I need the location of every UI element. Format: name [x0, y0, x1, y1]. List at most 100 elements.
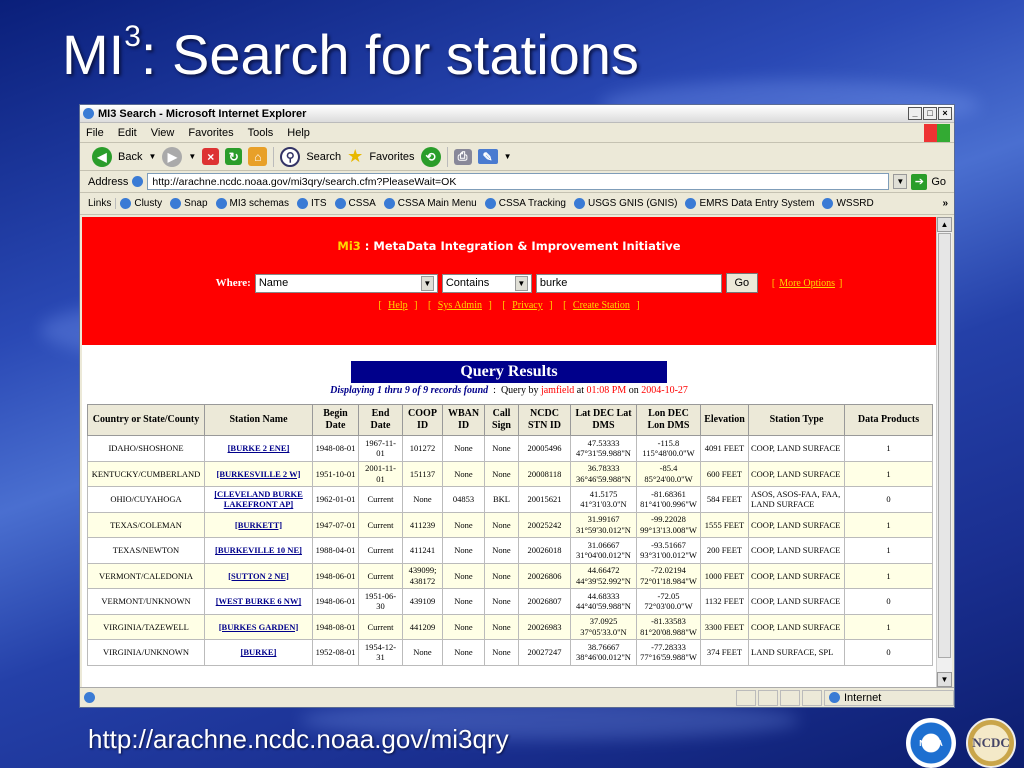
separator	[446, 146, 448, 167]
back-button[interactable]: Back	[118, 151, 142, 163]
print-icon[interactable]: ⎙	[453, 148, 472, 165]
link-wssrd[interactable]: WSSRD	[822, 198, 874, 209]
table-cell: None	[442, 613, 485, 640]
link-its[interactable]: ITS	[296, 198, 327, 209]
table-cell: VERMONT/UNKNOWN	[87, 588, 205, 615]
back-arrow-icon[interactable]: ◀	[92, 146, 112, 167]
scroll-up-icon[interactable]: ▲	[937, 217, 952, 232]
menu-edit[interactable]: Edit	[118, 127, 137, 139]
station-name-link[interactable]: [BURKEVILLE 10 NE]	[204, 537, 313, 564]
close-button[interactable]: ×	[938, 107, 952, 120]
link-cssa-tracking[interactable]: CSSA Tracking	[484, 198, 566, 209]
history-icon[interactable]: ⟲	[420, 146, 441, 167]
col-header[interactable]: Call Sign	[484, 404, 519, 436]
table-cell: 44.66472 44°39'52.992"N	[570, 562, 637, 589]
col-header[interactable]: Lon DEC Lon DMS	[636, 404, 701, 436]
station-name-link[interactable]: [BURKESVILLE 2 W]	[204, 460, 313, 487]
vertical-scrollbar[interactable]: ▲ ▼	[936, 217, 952, 687]
menu-view[interactable]: View	[151, 127, 175, 139]
col-header[interactable]: Elevation	[700, 404, 749, 436]
col-header[interactable]: Station Name	[204, 404, 313, 436]
privacy-link[interactable]: Privacy	[512, 300, 543, 311]
link-mi3-schemas[interactable]: MI3 schemas	[215, 198, 289, 209]
go-button[interactable]: Go	[725, 273, 758, 293]
table-cell: None	[442, 435, 485, 462]
table-cell: COOP, LAND SURFACE	[748, 613, 845, 640]
field-select[interactable]: Name ▼	[254, 273, 438, 293]
table-cell: None	[402, 486, 443, 513]
table-cell: ASOS, ASOS-FAA, FAA, LAND SURFACE	[748, 486, 845, 513]
forward-arrow-icon[interactable]: ▶	[162, 146, 183, 167]
search-icon[interactable]: ⚲	[280, 146, 301, 167]
station-name-link[interactable]: [WEST BURKE 6 NW]	[204, 588, 313, 615]
favorites-button[interactable]: Favorites	[369, 151, 414, 163]
col-header[interactable]: COOP ID	[402, 404, 443, 436]
favorites-star-icon[interactable]: ★	[347, 146, 363, 167]
search-input[interactable]	[535, 273, 722, 293]
col-header[interactable]: End Date	[358, 404, 403, 436]
table-cell: None	[484, 613, 519, 640]
back-dropdown-icon[interactable]: ▼	[148, 152, 156, 161]
table-cell: 44.68333 44°40'59.988"N	[570, 588, 637, 615]
minimize-button[interactable]: _	[908, 107, 922, 120]
menu-help[interactable]: Help	[287, 127, 310, 139]
links-bar: Links Clusty Snap MI3 schemas ITS CSSA C…	[80, 193, 954, 215]
col-header[interactable]: NCDC STN ID	[518, 404, 571, 436]
help-link[interactable]: Help	[388, 300, 407, 311]
station-name-link[interactable]: [CLEVELAND BURKE LAKEFRONT AP]	[204, 486, 313, 513]
edit-dropdown-icon[interactable]: ▼	[504, 152, 512, 161]
go-arrow-icon[interactable]: ➔	[911, 173, 928, 190]
menu-file[interactable]: File	[86, 127, 104, 139]
station-name-link[interactable]: [BURKETT]	[204, 511, 313, 538]
col-header[interactable]: WBAN ID	[442, 404, 485, 436]
home-icon[interactable]: ⌂	[248, 147, 268, 166]
table-cell: None	[442, 537, 485, 564]
scroll-thumb[interactable]	[938, 233, 951, 658]
station-name-link[interactable]: [SUTTON 2 NE]	[204, 562, 313, 589]
maximize-button[interactable]: □	[923, 107, 937, 120]
address-input[interactable]	[147, 173, 890, 190]
station-name-link[interactable]: [BURKE]	[204, 639, 313, 666]
table-cell: 20027247	[518, 639, 571, 666]
table-cell: 584 FEET	[700, 486, 749, 513]
edit-icon[interactable]: ✎	[477, 149, 498, 164]
stop-icon[interactable]: ×	[202, 148, 220, 165]
address-dropdown-icon[interactable]: ▼	[893, 174, 908, 189]
table-cell: None	[484, 537, 519, 564]
table-cell: None	[442, 562, 485, 589]
forward-dropdown-icon[interactable]: ▼	[188, 152, 196, 161]
col-header[interactable]: Station Type	[748, 404, 845, 436]
table-cell: BKL	[484, 486, 519, 513]
table-cell: -72.02194 72°01'18.984"W	[636, 562, 701, 589]
sys-admin-link[interactable]: Sys Admin	[438, 300, 482, 311]
link-cssa[interactable]: CSSA	[334, 198, 376, 209]
table-cell: -81.68361 81°41'00.996"W	[636, 486, 701, 513]
chevron-right-icon[interactable]: »	[942, 198, 948, 209]
create-station-link[interactable]: Create Station	[573, 300, 630, 311]
link-snap[interactable]: Snap	[170, 198, 208, 209]
col-header[interactable]: Lat DEC Lat DMS	[570, 404, 637, 436]
link-clusty[interactable]: Clusty	[120, 198, 162, 209]
table-cell: 1954-12-31	[358, 639, 403, 666]
menu-favorites[interactable]: Favorites	[188, 127, 233, 139]
station-name-link[interactable]: [BURKE 2 ENE]	[204, 435, 313, 462]
col-header[interactable]: Begin Date	[312, 404, 359, 436]
table-cell: 200 FEET	[700, 537, 749, 564]
menu-tools[interactable]: Tools	[248, 127, 274, 139]
go-label[interactable]: Go	[931, 176, 946, 188]
table-row: VIRGINIA/UNKNOWN [BURKE] 1952-08-01 1954-12…	[87, 639, 933, 666]
operator-select[interactable]: Contains ▼	[441, 273, 532, 293]
station-name-link[interactable]: [BURKES GARDEN]	[204, 613, 313, 640]
table-cell: 1951-06-30	[358, 588, 403, 615]
col-header[interactable]: Country or State/County	[87, 404, 205, 436]
refresh-icon[interactable]: ↻	[225, 148, 243, 165]
col-header[interactable]: Data Products	[844, 404, 933, 436]
link-usgs-gnis[interactable]: USGS GNIS (GNIS)	[573, 198, 677, 209]
more-options-link[interactable]: More Options	[779, 278, 835, 289]
ie-page-icon	[822, 198, 834, 209]
link-emrs[interactable]: EMRS Data Entry System	[685, 198, 814, 209]
link-cssa-main-menu[interactable]: CSSA Main Menu	[383, 198, 477, 209]
table-cell: 20025242	[518, 511, 571, 538]
search-button[interactable]: Search	[306, 151, 341, 163]
scroll-down-icon[interactable]: ▼	[937, 672, 952, 687]
